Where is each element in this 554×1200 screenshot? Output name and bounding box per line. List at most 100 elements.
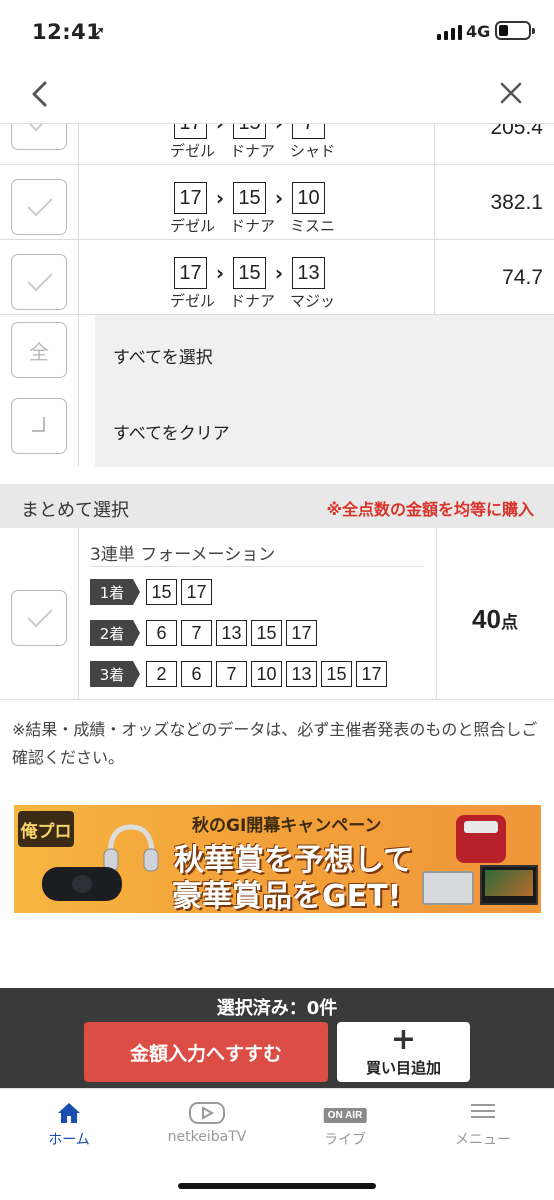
odds-value: 205.4	[490, 124, 543, 139]
formation-row[interactable]: 3連単 フォーメーション 1着 15 17 2着 6 7 13 15 17 3着…	[0, 528, 554, 700]
horse-number: 17	[174, 182, 207, 214]
tab-menu[interactable]: メニュー	[414, 1089, 552, 1159]
horse-number: 6	[146, 620, 177, 646]
select-all-glyph: 全	[29, 339, 49, 364]
clear-all-button[interactable]	[11, 398, 67, 454]
add-bet-button[interactable]: + 買い目追加	[337, 1022, 470, 1082]
horse-number: 7	[216, 661, 247, 687]
formation-checkbox[interactable]	[11, 590, 67, 646]
horse-number: 17	[174, 124, 207, 139]
disclaimer-text: ※結果・成績・オッズなどのデータは、必ず主催者発表のものと照合しご確認ください。	[12, 720, 538, 767]
tab-label: ライブ	[324, 1132, 366, 1148]
select-all-menu-item[interactable]: すべてを選択	[95, 315, 554, 391]
clear-all-menu-item[interactable]: すべてをクリア	[95, 391, 554, 467]
proceed-amount-button[interactable]: 金額入力へすすむ	[84, 1022, 328, 1082]
odds-value: 74.7	[502, 266, 543, 289]
status-time: 12:41	[32, 20, 102, 44]
tablet-image	[422, 871, 474, 905]
section-title: まとめて選択	[21, 500, 129, 521]
clear-icon	[32, 417, 45, 432]
horse-name: デゼル	[170, 142, 216, 160]
place-row: 1着 15 17	[90, 579, 216, 605]
select-all-row[interactable]: 全 すべてを選択	[0, 315, 554, 391]
points-count: 40点	[436, 604, 554, 635]
bet-row[interactable]: 17 › 15 › 10 デゼル ドナア ミスニ 382.1	[0, 165, 554, 240]
place-label: 2着	[90, 620, 140, 646]
horse-number: 2	[146, 661, 177, 687]
horse-number: 17	[181, 579, 212, 605]
plus-icon: +	[390, 1022, 417, 1057]
signal-icon	[437, 24, 462, 40]
play-icon	[189, 1102, 225, 1124]
bet-list: 17 › 15 › 7 デゼル ドナア シャド 205.4 17 › 15 › …	[0, 124, 554, 468]
horse-name: ドナア	[230, 292, 276, 310]
horse-name: ドナア	[230, 142, 276, 160]
bet-row[interactable]: 17 › 15 › 7 デゼル ドナア シャド 205.4	[0, 124, 554, 165]
home-icon	[58, 1103, 80, 1123]
check-icon	[27, 609, 53, 628]
tab-live[interactable]: ON AIR ライブ	[276, 1089, 414, 1159]
points-value: 40	[472, 604, 501, 634]
horse-number: 13	[292, 257, 325, 289]
bet-row[interactable]: 17 › 15 › 13 デゼル ドナア マジッ 74.7	[0, 240, 554, 315]
arrow-icon: ›	[274, 261, 284, 285]
selected-count: 選択済み：0件	[216, 998, 338, 1019]
speaker-image	[42, 867, 122, 901]
horse-number: 10	[292, 182, 325, 214]
place-row: 3着 2 6 7 10 13 15 17	[90, 661, 391, 687]
arrow-icon: ›	[207, 124, 233, 135]
row-checkbox[interactable]	[11, 179, 67, 235]
campaign-banner[interactable]: 俺プロ 秋のGI開幕キャンペーン 秋華賞を予想して 豪華賞品をGET!	[14, 805, 541, 913]
select-all-button[interactable]: 全	[11, 322, 67, 378]
home-indicator	[178, 1183, 376, 1189]
select-all-label: すべてを選択	[113, 348, 213, 368]
back-icon[interactable]	[28, 80, 52, 108]
bulk-select-header: まとめて選択 ※全点数の金額を均等に購入	[0, 484, 554, 528]
horse-number: 15	[233, 124, 266, 139]
horse-number: 15	[233, 257, 266, 289]
banner-logo: 俺プロ	[18, 811, 74, 847]
close-icon[interactable]	[498, 80, 524, 106]
horse-number: 17	[174, 257, 207, 289]
banner-campaign: 秋のGI開幕キャンペーン	[192, 816, 382, 836]
location-arrow-icon: ➚	[92, 22, 106, 41]
arrow-icon: ›	[274, 186, 284, 210]
bet-type-label: 3連単 フォーメーション	[90, 545, 276, 565]
arrow-icon: ›	[215, 186, 225, 210]
horse-number: 15	[251, 620, 282, 646]
horse-name: ミスニ	[290, 217, 336, 235]
horse-number: 7	[181, 620, 212, 646]
banner-headline-2: 豪華賞品をGET!	[172, 879, 402, 913]
row-checkbox[interactable]	[11, 124, 67, 150]
horse-number: 7	[292, 124, 325, 139]
on-air-icon: ON AIR	[323, 1103, 367, 1123]
row-checkbox[interactable]	[11, 254, 67, 310]
place-label: 1着	[90, 579, 140, 605]
headphones-icon	[103, 824, 159, 872]
horse-number: 15	[321, 661, 352, 687]
network-type: 4G	[466, 22, 491, 41]
horse-name: シャド	[290, 142, 336, 160]
rice-cooker-image	[456, 815, 506, 863]
tab-label: netkeibaTV	[167, 1129, 247, 1145]
tab-bar: ホーム netkeibaTV ON AIR ライブ メニュー	[0, 1088, 554, 1200]
horse-number: 13	[286, 661, 317, 687]
tab-netkeibatv[interactable]: netkeibaTV	[138, 1089, 276, 1159]
section-note: ※全点数の金額を均等に購入	[326, 500, 534, 519]
check-icon	[27, 273, 53, 292]
horse-number: 15	[146, 579, 177, 605]
tab-label: メニュー	[455, 1132, 511, 1148]
clear-all-label: すべてをクリア	[113, 424, 230, 444]
add-bet-label: 買い目追加	[365, 1059, 441, 1077]
menu-icon	[471, 1104, 495, 1118]
tab-label: ホーム	[48, 1132, 90, 1148]
check-icon	[27, 198, 53, 217]
tab-home[interactable]: ホーム	[0, 1089, 138, 1159]
status-bar: 12:41 ➚ 4G	[0, 0, 554, 64]
clear-all-row[interactable]: すべてをクリア	[0, 391, 554, 467]
on-air-badge: ON AIR	[323, 1108, 367, 1123]
horse-number: 13	[216, 620, 247, 646]
place-label: 3着	[90, 661, 140, 687]
check-icon	[28, 124, 44, 132]
arrow-icon: ›	[266, 124, 292, 135]
